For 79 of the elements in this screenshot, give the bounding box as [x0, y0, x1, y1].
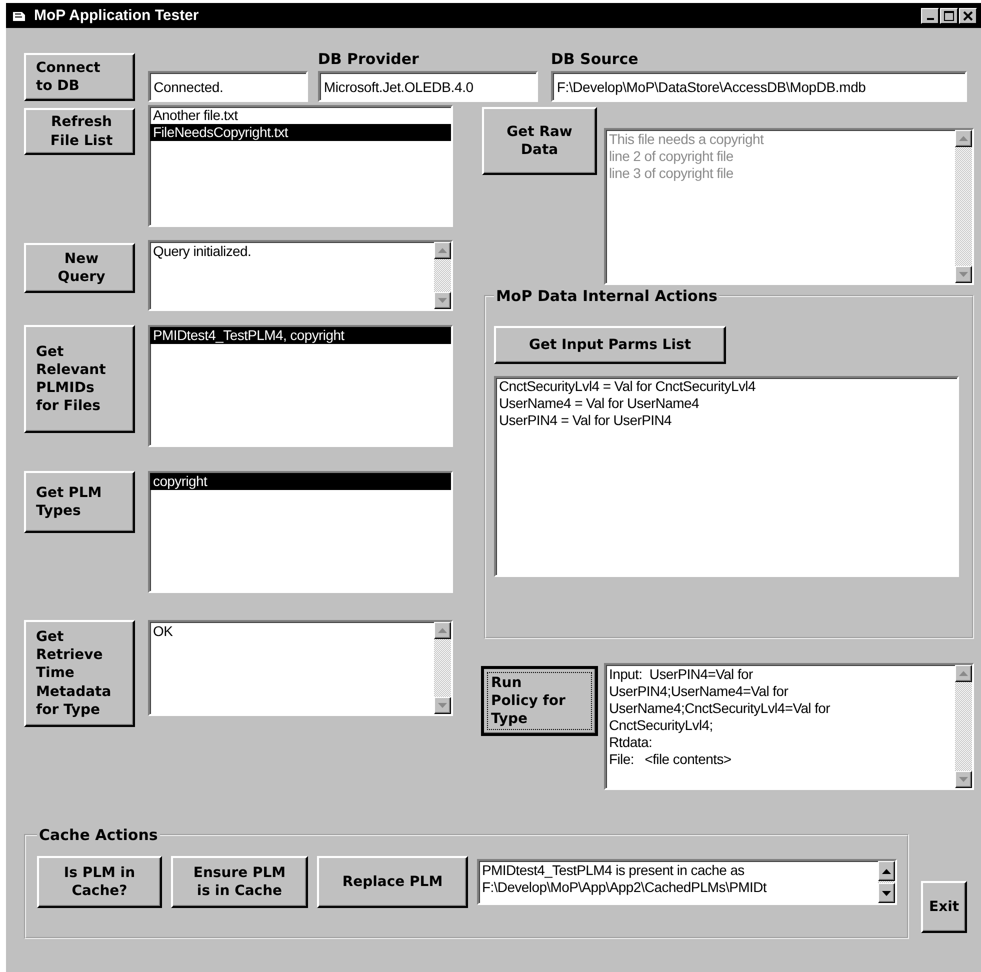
list-box[interactable]: copyright: [148, 471, 453, 593]
source-field[interactable]: F:\Develop\MoP\DataStore\AccessDB\MopDB.mdb: [550, 71, 967, 102]
scroll-up-button[interactable]: [955, 665, 972, 682]
list-item[interactable]: UserName4 = Val for UserName4: [496, 395, 957, 412]
text-box[interactable]: Query initialized.: [148, 240, 453, 311]
text-box[interactable]: Input: UserPIN4=Val for UserPIN4;UserName4=Val for UserName4;CnctSecurityLvl4=Val for CnctSecurityLvl4; Rtdata: File: <file contents>: [604, 663, 974, 790]
triangle-down-icon: [438, 298, 447, 303]
list-item[interactable]: PMIDtest4_TestPLM4, copyright: [150, 327, 451, 344]
triangle-down-icon: [438, 703, 447, 708]
scroll-up-button[interactable]: [878, 861, 895, 881]
scrollbar[interactable]: [434, 242, 451, 309]
close-button[interactable]: [959, 8, 977, 24]
minimize-icon: [926, 18, 934, 20]
triangle-up-icon: [959, 136, 968, 141]
text-line: Rtdata:: [609, 734, 654, 751]
text-line: OK: [153, 623, 174, 640]
list-item[interactable]: CnctSecurityLvl4 = Val for CnctSecurityLvl4: [496, 378, 957, 395]
text-line: CnctSecurityLvl4;: [609, 717, 714, 734]
text-line: UserPIN4;UserName4=Val for: [609, 683, 790, 700]
field-label: DB Provider: [318, 50, 420, 68]
scroll-up-button[interactable]: [955, 130, 972, 147]
text-line: Query initialized.: [153, 243, 252, 260]
triangle-down-icon: [882, 890, 891, 896]
scroll-down-button[interactable]: [955, 266, 972, 283]
list-box[interactable]: CnctSecurityLvl4 = Val for CnctSecurityLvl4 UserName4 = Val for UserName4 UserPIN4 = Val for UserPIN4: [494, 376, 959, 577]
action-button[interactable]: Get Relevant PLMIDs for Files: [24, 325, 135, 433]
triangle-up-icon: [438, 248, 447, 253]
triangle-up-icon: [882, 868, 891, 874]
group-title: MoP Data Internal Actions: [495, 287, 718, 305]
scrollbar[interactable]: [955, 665, 972, 788]
field-label: DB Source: [550, 50, 640, 68]
list-item[interactable]: copyright: [150, 473, 451, 490]
text-line: line 2 of copyright file: [609, 148, 734, 165]
connect-button[interactable]: Connect to DB: [24, 53, 135, 101]
window-title: MoP Application Tester: [34, 7, 200, 24]
text-line: PMIDtest4_TestPLM4 is present in cache as: [482, 862, 746, 879]
group-title: Cache Actions: [38, 826, 159, 844]
scrollbar[interactable]: [955, 130, 972, 283]
scroll-up-button[interactable]: [434, 622, 451, 639]
scroll-down-button[interactable]: [434, 697, 451, 714]
text-box[interactable]: OK: [148, 620, 453, 716]
text-line: File: <file contents>: [609, 751, 732, 768]
cache-action-button[interactable]: Is PLM in Cache?: [37, 856, 162, 908]
list-item[interactable]: UserPIN4 = Val for UserPIN4: [496, 412, 957, 429]
scroll-down-button[interactable]: [434, 292, 451, 309]
action-button[interactable]: Refresh File List: [24, 108, 135, 155]
action-button[interactable]: New Query: [24, 243, 135, 293]
cache-action-button[interactable]: Ensure PLM is in Cache: [171, 856, 308, 908]
status-field[interactable]: Connected.: [148, 71, 308, 102]
action-button[interactable]: Get PLM Types: [24, 471, 135, 533]
scroll-down-button[interactable]: [955, 771, 972, 788]
maximize-icon: [944, 10, 954, 20]
cache-action-button[interactable]: Replace PLM: [317, 856, 468, 908]
triangle-down-icon: [959, 777, 968, 782]
run-policy-button[interactable]: Run Policy for Type: [482, 667, 597, 735]
text-line: This file needs a copyright: [609, 131, 765, 148]
text-line: UserName4;CnctSecurityLvl4=Val for: [609, 700, 832, 717]
text-line: line 3 of copyright file: [609, 165, 734, 182]
list-box[interactable]: PMIDtest4_TestPLM4, copyright: [148, 325, 453, 447]
exit-button[interactable]: Exit: [921, 881, 968, 933]
scroll-down-button[interactable]: [878, 883, 895, 903]
get-input-parms-button[interactable]: Get Input Parms List: [494, 326, 726, 364]
text-line: F:\Develop\MoP\App\App2\CachedPLMs\PMIDt: [482, 879, 768, 896]
scrollbar[interactable]: [878, 861, 895, 903]
close-icon: [963, 10, 973, 20]
text-box[interactable]: PMIDtest4_TestPLM4 is present in cache as F:\Develop\MoP\App\App2\CachedPLMs\PMIDt: [477, 859, 897, 905]
list-item[interactable]: Another file.txt: [150, 107, 451, 124]
list-box[interactable]: Another file.txt FileNeedsCopyright.txt: [148, 105, 453, 227]
scrollbar[interactable]: [434, 622, 451, 714]
text-line: Input: UserPIN4=Val for: [609, 666, 754, 683]
maximize-button[interactable]: [940, 8, 958, 24]
triangle-up-icon: [959, 671, 968, 676]
provider-field[interactable]: Microsoft.Jet.OLEDB.4.0: [318, 71, 538, 102]
triangle-up-icon: [438, 628, 447, 633]
triangle-down-icon: [959, 272, 968, 277]
scroll-up-button[interactable]: [434, 242, 451, 259]
minimize-button[interactable]: [921, 8, 939, 24]
action-button[interactable]: Get Retrieve Time Metadata for Type: [24, 620, 135, 727]
list-item[interactable]: FileNeedsCopyright.txt: [150, 124, 451, 141]
